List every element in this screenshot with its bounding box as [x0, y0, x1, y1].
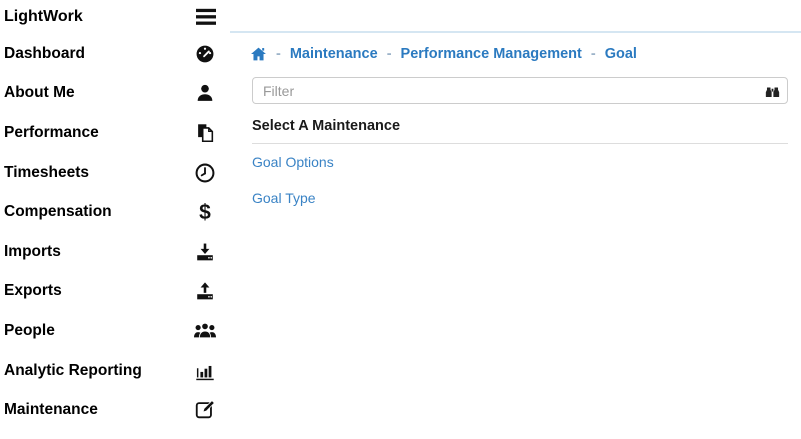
maintenance-list: Select A Maintenance Goal Options Goal T… [252, 110, 788, 216]
breadcrumb-item-goal[interactable]: Goal [605, 46, 637, 62]
sidebar-item-about-me[interactable]: About Me [0, 74, 230, 114]
app-title: LightWork [4, 8, 83, 26]
list-header: Select A Maintenance [252, 110, 788, 144]
brand-row: LightWork [0, 0, 230, 34]
sidebar-item-label: Dashboard [4, 45, 85, 63]
sidebar-item-people[interactable]: People [0, 311, 230, 351]
sidebar-item-label: Imports [4, 243, 61, 261]
menu-toggle-icon[interactable] [195, 7, 217, 27]
breadcrumb-item-performance-management[interactable]: Performance Management [401, 46, 582, 62]
sidebar-item-label: Analytic Reporting [4, 362, 142, 380]
breadcrumb-separator: - [387, 46, 392, 62]
documents-icon [193, 122, 217, 144]
home-icon[interactable] [250, 46, 267, 62]
clock-icon [193, 162, 217, 184]
sidebar-item-maintenance[interactable]: Maintenance [0, 390, 230, 430]
list-item-goal-options[interactable]: Goal Options [252, 144, 788, 180]
sidebar-item-label: Compensation [4, 203, 112, 221]
breadcrumb: - Maintenance - Performance Management -… [250, 46, 801, 62]
sidebar-item-label: Exports [4, 282, 62, 300]
upload-tray-icon [193, 280, 217, 302]
dashboard-gauge-icon [193, 43, 217, 65]
main-content: - Maintenance - Performance Management -… [230, 0, 801, 439]
breadcrumb-separator: - [591, 46, 596, 62]
breadcrumb-separator: - [276, 46, 281, 62]
sidebar-item-exports[interactable]: Exports [0, 272, 230, 312]
sidebar-item-label: Timesheets [4, 164, 89, 182]
sidebar-item-compensation[interactable]: Compensation $ [0, 192, 230, 232]
sidebar-item-timesheets[interactable]: Timesheets [0, 153, 230, 193]
sidebar-item-performance[interactable]: Performance [0, 113, 230, 153]
download-tray-icon [193, 241, 217, 263]
filter-container [252, 77, 788, 104]
breadcrumb-item-maintenance[interactable]: Maintenance [290, 46, 378, 62]
list-item-goal-type[interactable]: Goal Type [252, 180, 788, 216]
binoculars-search-icon[interactable] [764, 83, 781, 99]
sidebar: LightWork Dashboard About [0, 0, 230, 439]
sidebar-item-imports[interactable]: Imports [0, 232, 230, 272]
bar-chart-icon [193, 360, 217, 382]
user-icon [193, 82, 217, 104]
sidebar-item-label: About Me [4, 84, 75, 102]
top-navbar-divider [230, 0, 801, 33]
sidebar-item-dashboard[interactable]: Dashboard [0, 34, 230, 74]
filter-input[interactable] [252, 77, 788, 104]
dollar-icon: $ [193, 202, 217, 223]
sidebar-item-label: Performance [4, 124, 99, 142]
users-group-icon [193, 320, 217, 342]
sidebar-nav: Dashboard About Me Perfor [0, 34, 230, 430]
edit-pencil-square-icon [193, 399, 217, 421]
sidebar-item-label: People [4, 322, 55, 340]
sidebar-item-label: Maintenance [4, 401, 98, 419]
sidebar-item-analytic-reporting[interactable]: Analytic Reporting [0, 351, 230, 391]
